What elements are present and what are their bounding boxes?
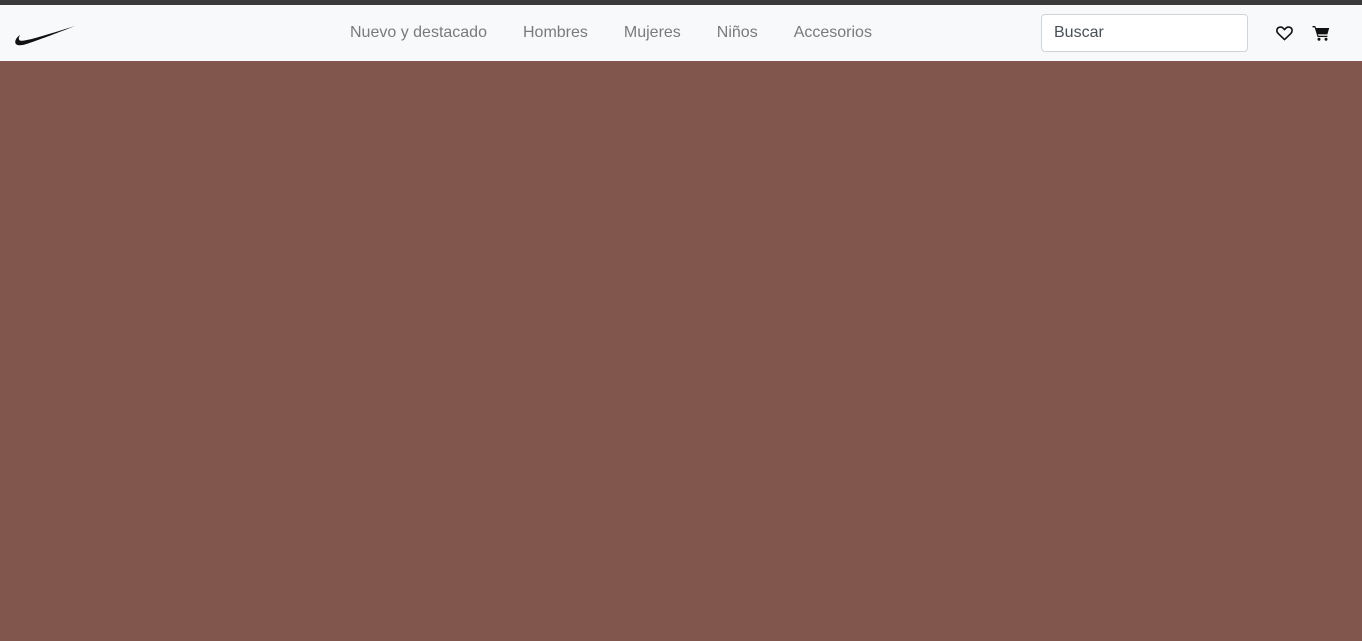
nav-link-accesorios[interactable]: Accesorios	[776, 24, 890, 42]
swoosh-logo-icon[interactable]	[14, 25, 76, 47]
nav-link-hombres[interactable]: Hombres	[505, 24, 606, 42]
heart-icon[interactable]	[1274, 23, 1294, 43]
cart-icon[interactable]	[1311, 23, 1331, 43]
nav-link-ninos[interactable]: Niños	[699, 24, 776, 42]
hero-banner	[0, 61, 1362, 641]
nav-link-nuevo-destacado[interactable]: Nuevo y destacado	[332, 24, 505, 42]
main-nav: Nuevo y destacado Hombres Mujeres Niños …	[332, 5, 890, 61]
search-input[interactable]	[1041, 14, 1248, 52]
nav-link-mujeres[interactable]: Mujeres	[606, 24, 699, 42]
navbar: Nuevo y destacado Hombres Mujeres Niños …	[0, 5, 1362, 61]
